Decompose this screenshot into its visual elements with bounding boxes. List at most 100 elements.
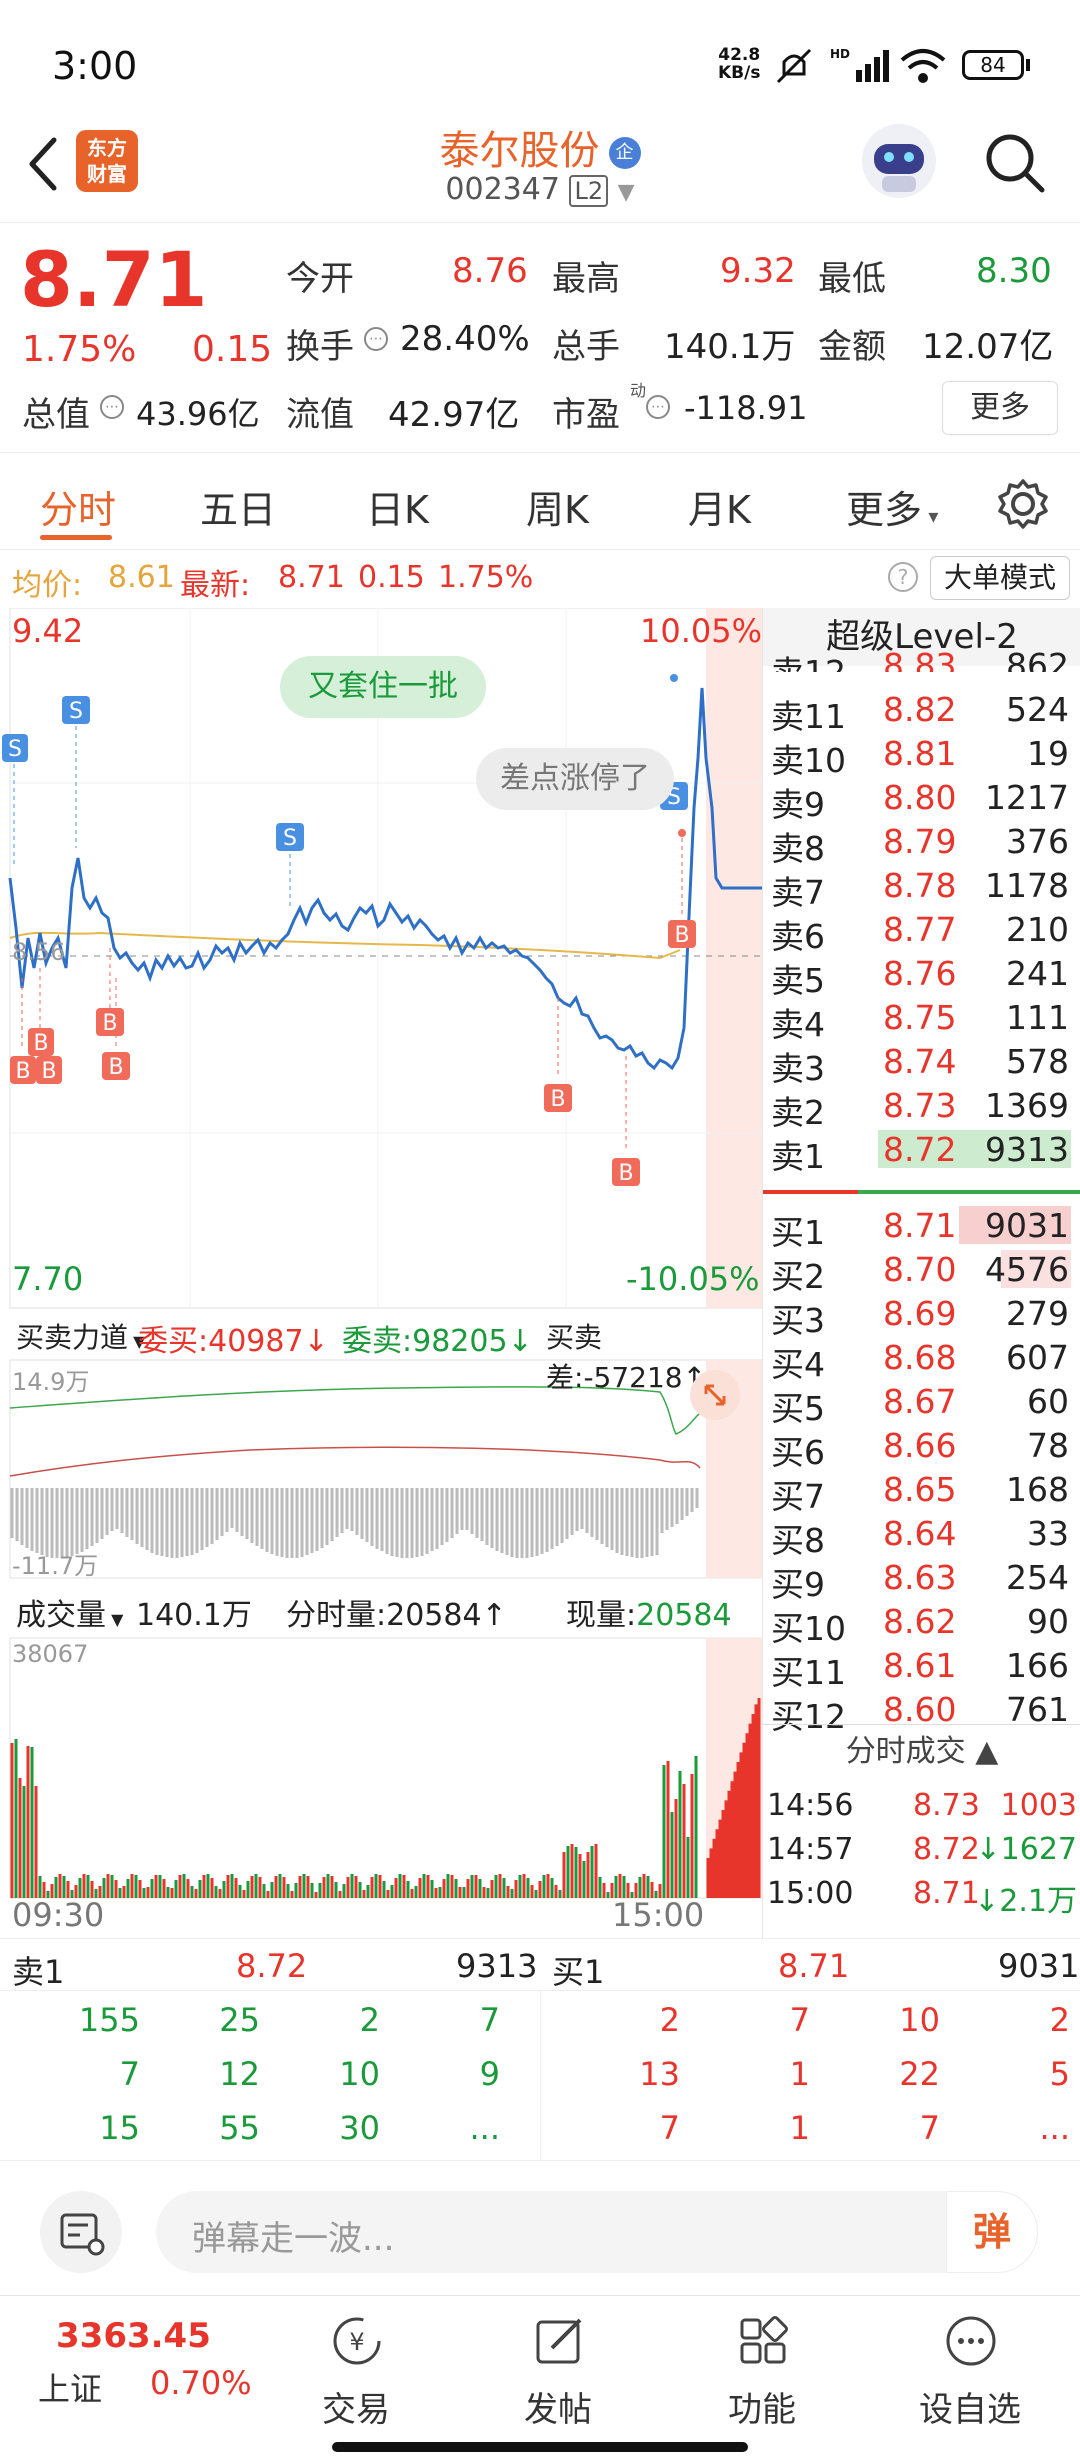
- settings-gear-icon[interactable]: [996, 477, 1050, 531]
- queue-ask-cell: 7: [119, 2055, 140, 2093]
- bid-row[interactable]: 买7 8.65 168: [763, 1468, 1080, 1516]
- danmu-bar: 弹幕走一波... 弹: [0, 2160, 1080, 2295]
- ask-volume: 1217: [985, 778, 1069, 817]
- bid-row[interactable]: 买11 8.61 166: [763, 1644, 1080, 1692]
- nav-add-watchlist[interactable]: 设自选: [880, 2296, 1060, 2446]
- ask-row[interactable]: 卖6 8.77 210: [763, 908, 1080, 956]
- y-axis-max: 9.42: [12, 612, 84, 650]
- tab-intraday[interactable]: 分时: [40, 479, 116, 534]
- ask-volume: 862: [1006, 646, 1069, 672]
- tab-daily-k[interactable]: 日K: [366, 479, 429, 534]
- queue-ask-cell: 10: [339, 2055, 380, 2093]
- bid-row[interactable]: 买2 8.70 4576: [763, 1248, 1080, 1296]
- ask-volume: 210: [1006, 910, 1069, 949]
- bid-level: 买11: [771, 1653, 846, 1692]
- ask-row[interactable]: 卖4 8.75 111: [763, 996, 1080, 1044]
- market-cap: 43.96亿: [136, 395, 260, 433]
- wifi-icon: [900, 49, 946, 83]
- trade-volume: 1627: [1000, 1832, 1077, 1867]
- ask-level: 卖4: [771, 1005, 825, 1044]
- queue-ask-cell: 2: [359, 2001, 380, 2039]
- danmu-input[interactable]: 弹幕走一波... 弹: [156, 2191, 1038, 2273]
- bid-row[interactable]: 买1 8.71 9031: [763, 1204, 1080, 1252]
- trade-row: 14:57 8.72 ↓1627: [767, 1832, 1077, 1867]
- tab-weekly-k[interactable]: 周K: [526, 479, 589, 534]
- danmu-send-button[interactable]: 弹: [946, 2191, 1038, 2273]
- ask-row[interactable]: 卖12 8.83 862: [763, 644, 1080, 672]
- bid-row[interactable]: 买9 8.63 254: [763, 1556, 1080, 1604]
- ask-row[interactable]: 卖11 8.82 524: [763, 688, 1080, 736]
- bid-price: 8.62: [883, 1602, 957, 1641]
- info-icon[interactable]: ⋯: [100, 395, 124, 419]
- volume-max: 38067: [12, 1640, 89, 1668]
- ask-price: 8.76: [883, 954, 957, 993]
- trade-price: 8.73: [913, 1788, 980, 1823]
- ask-row[interactable]: 卖3 8.74 578: [763, 1040, 1080, 1088]
- total-amount: 12.07亿: [922, 327, 1054, 367]
- comment-bubble[interactable]: 又套住一批: [280, 656, 486, 718]
- ask-row[interactable]: 卖10 8.81 19: [763, 732, 1080, 780]
- help-icon[interactable]: ?: [888, 562, 918, 592]
- tab-monthly-k[interactable]: 月K: [688, 479, 751, 534]
- flow-min: -11.7万: [12, 1552, 99, 1580]
- nav-post[interactable]: 发帖: [468, 2296, 648, 2446]
- comment-bubble[interactable]: 差点涨停了: [476, 748, 674, 810]
- bid-row[interactable]: 买10 8.62 90: [763, 1600, 1080, 1648]
- svg-text:HD: HD: [830, 47, 850, 61]
- svg-text:S: S: [283, 826, 297, 851]
- ask-row[interactable]: 卖2 8.73 1369: [763, 1084, 1080, 1132]
- bid-row[interactable]: 买8 8.64 33: [763, 1512, 1080, 1560]
- bid-volume: 9031: [985, 1206, 1069, 1245]
- trade-time: 15:00: [767, 1876, 854, 1911]
- ask-row[interactable]: 卖7 8.78 1178: [763, 864, 1080, 912]
- bid-volume: 90: [1027, 1602, 1069, 1641]
- bid-level: 买7: [771, 1477, 825, 1516]
- stock-name[interactable]: 泰尔股份: [439, 128, 599, 174]
- intraday-chart[interactable]: S S S S B B B B B B B B 9.42 10.05% 7.70…: [0, 608, 762, 1934]
- ask-row[interactable]: 卖9 8.80 1217: [763, 776, 1080, 824]
- home-indicator: [332, 2442, 748, 2452]
- bid-ask-diff: -57218: [583, 1361, 683, 1394]
- queue-bid-cell: 7: [919, 2109, 940, 2147]
- expand-icon[interactable]: [690, 1370, 740, 1420]
- ask-row[interactable]: 卖8 8.79 376: [763, 820, 1080, 868]
- info-icon[interactable]: ⋯: [646, 395, 670, 419]
- nav-functions[interactable]: 功能: [672, 2296, 852, 2446]
- index-value: 3363.45: [56, 2316, 211, 2356]
- queue-bid-cell: 7: [789, 2001, 810, 2039]
- queue-ask-cell: 30: [339, 2109, 380, 2147]
- robot-avatar-icon[interactable]: [862, 124, 936, 198]
- bid-volume: 168: [1006, 1470, 1069, 1509]
- info-icon[interactable]: ⋯: [364, 327, 388, 351]
- flow-indicator-select[interactable]: 买卖力道 ▼: [16, 1316, 145, 1356]
- big-order-mode-button[interactable]: 大单模式: [930, 556, 1070, 600]
- nav-trade[interactable]: ¥ 交易: [266, 2296, 446, 2446]
- ask-row[interactable]: 卖5 8.76 241: [763, 952, 1080, 1000]
- ask-row[interactable]: 卖1 8.72 9313: [763, 1128, 1080, 1176]
- bid-row[interactable]: 买5 8.67 60: [763, 1380, 1080, 1428]
- bid-row[interactable]: 买3 8.69 279: [763, 1292, 1080, 1340]
- trade-volume: 1003: [1000, 1788, 1077, 1823]
- bid-volume: 279: [1006, 1294, 1069, 1333]
- quote-panel: 8.71 1.75% 0.15 今开 8.76 最高 9.32 最低 8.30 …: [0, 222, 1080, 452]
- svg-text:B: B: [41, 1059, 56, 1084]
- bid-row[interactable]: 买6 8.66 78: [763, 1424, 1080, 1472]
- bid-row[interactable]: 买4 8.68 607: [763, 1336, 1080, 1384]
- bid-volume: 4576: [985, 1250, 1069, 1289]
- svg-text:¥: ¥: [349, 2328, 364, 2356]
- tab-5day[interactable]: 五日: [200, 479, 276, 534]
- tab-more[interactable]: 更多 ▾: [846, 479, 938, 534]
- svg-text:B: B: [102, 1011, 117, 1036]
- volume-indicator-select[interactable]: 成交量 ▼: [16, 1590, 123, 1634]
- ask-price: 8.83: [883, 646, 957, 672]
- search-icon[interactable]: [982, 130, 1048, 196]
- trades-title[interactable]: 分时成交 ▲: [763, 1724, 1080, 1778]
- stock-header: 东方 财富 泰尔股份 企 002347 L2 ▼: [0, 110, 1080, 222]
- queue-ask-cell: 25: [219, 2001, 260, 2039]
- bid-price: 8.70: [883, 1250, 957, 1289]
- more-button[interactable]: 更多: [942, 381, 1058, 435]
- queue-bid-cell: 1: [789, 2055, 810, 2093]
- book-divider: [763, 1190, 1080, 1194]
- danmu-list-icon[interactable]: [40, 2191, 122, 2273]
- index-ticker[interactable]: 3363.45 上证 0.70%: [0, 2296, 252, 2446]
